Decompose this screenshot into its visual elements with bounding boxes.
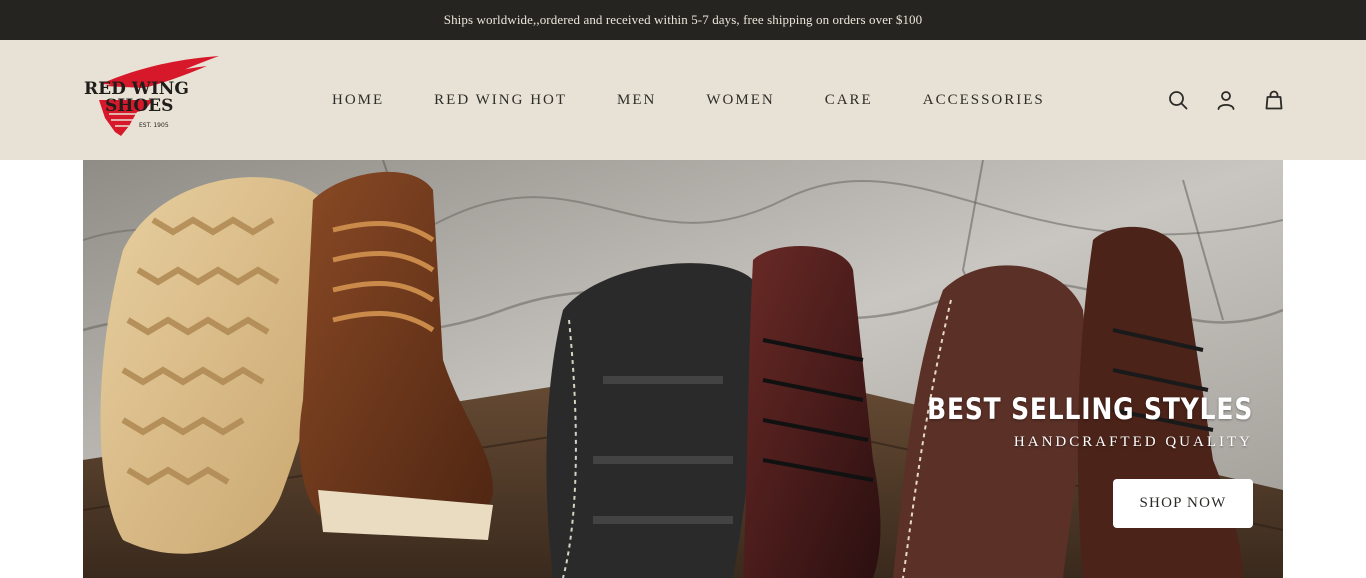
nav-red-wing-hot[interactable]: RED WING HOT	[434, 92, 567, 109]
announcement-text: Ships worldwide,,ordered and received wi…	[443, 12, 923, 27]
hero-text-block: BEST SELLING STYLES HANDCRAFTED QUALITY	[874, 392, 1253, 451]
hero-banner: BEST SELLING STYLES HANDCRAFTED QUALITY …	[83, 160, 1283, 578]
main-nav: HOME RED WING HOT MEN WOMEN CARE ACCESSO…	[332, 40, 1045, 160]
nav-women[interactable]: WOMEN	[706, 92, 774, 109]
search-icon[interactable]	[1168, 90, 1188, 110]
announcement-bar: Ships worldwide,,ordered and received wi…	[0, 0, 1366, 40]
cart-bag-icon[interactable]	[1264, 90, 1284, 110]
header-actions	[1168, 40, 1284, 160]
site-header: RED WING SHOES EST. 1905 HOME RED WING H…	[0, 40, 1366, 160]
hero-subtitle: HANDCRAFTED QUALITY	[1013, 434, 1253, 450]
nav-accessories[interactable]: ACCESSORIES	[923, 92, 1045, 109]
shop-now-button[interactable]: SHOP NOW	[1113, 479, 1253, 528]
nav-men[interactable]: MEN	[617, 92, 656, 109]
svg-text:EST. 1905: EST. 1905	[139, 122, 169, 129]
brand-logo[interactable]: RED WING SHOES EST. 1905	[83, 54, 223, 140]
nav-care[interactable]: CARE	[825, 92, 873, 109]
hero-title: BEST SELLING STYLES	[926, 392, 1253, 426]
svg-text:SHOES: SHOES	[105, 96, 173, 116]
account-icon[interactable]	[1216, 90, 1236, 110]
red-wing-logo-mark: RED WING SHOES EST. 1905	[84, 56, 219, 136]
hero-boots-image	[83, 160, 1283, 578]
nav-home[interactable]: HOME	[332, 92, 384, 109]
